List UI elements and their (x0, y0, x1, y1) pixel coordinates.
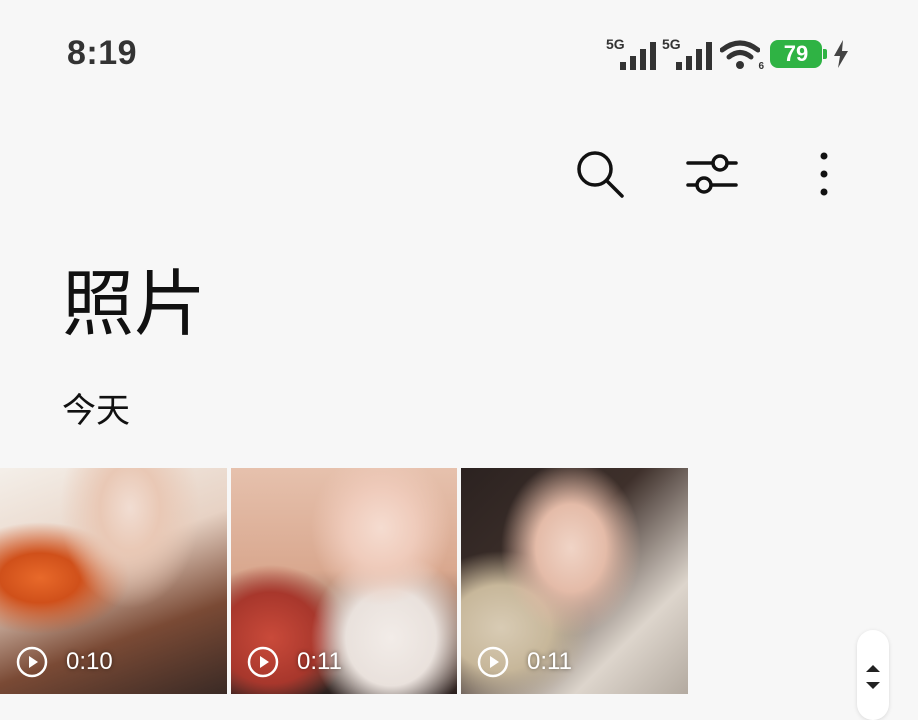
status-bar: 8:19 5G 5G 6 79 (0, 0, 918, 100)
signal-bars-icon (620, 42, 656, 70)
cellular-signal-2-icon: 5G (662, 36, 716, 72)
video-duration: 0:10 (66, 648, 113, 675)
signal-bars-icon (676, 42, 712, 70)
status-icons: 5G 5G 6 79 (606, 36, 856, 76)
sliders-icon (686, 154, 738, 194)
video-thumbnail[interactable]: 0:11 (461, 468, 688, 694)
video-duration: 0:11 (527, 648, 572, 675)
video-duration: 0:11 (297, 648, 342, 675)
status-time: 8:19 (67, 34, 138, 72)
filter-button[interactable] (684, 146, 740, 202)
battery-indicator: 79 (770, 40, 827, 68)
page-title: 照片 (62, 265, 207, 345)
wifi-icon: 6 (719, 38, 764, 72)
play-icon (247, 646, 279, 678)
fast-scroll-handle[interactable] (857, 630, 889, 720)
cellular-signal-1-icon: 5G (606, 36, 660, 72)
video-thumbnail[interactable]: 0:11 (231, 468, 457, 694)
section-date-header: 今天 (62, 392, 130, 430)
play-icon (16, 646, 48, 678)
video-thumbnail[interactable]: 0:10 (0, 468, 227, 694)
search-icon (577, 151, 624, 198)
search-button[interactable] (572, 146, 628, 202)
play-icon (477, 646, 509, 678)
more-vertical-icon (820, 152, 828, 196)
scroll-arrows-icon (866, 665, 880, 689)
more-options-button[interactable] (796, 146, 852, 202)
wifi-sub-label: 6 (758, 61, 764, 72)
charging-bolt-icon (834, 40, 848, 68)
photo-grid: 0:10 0:11 0:11 (0, 468, 690, 694)
